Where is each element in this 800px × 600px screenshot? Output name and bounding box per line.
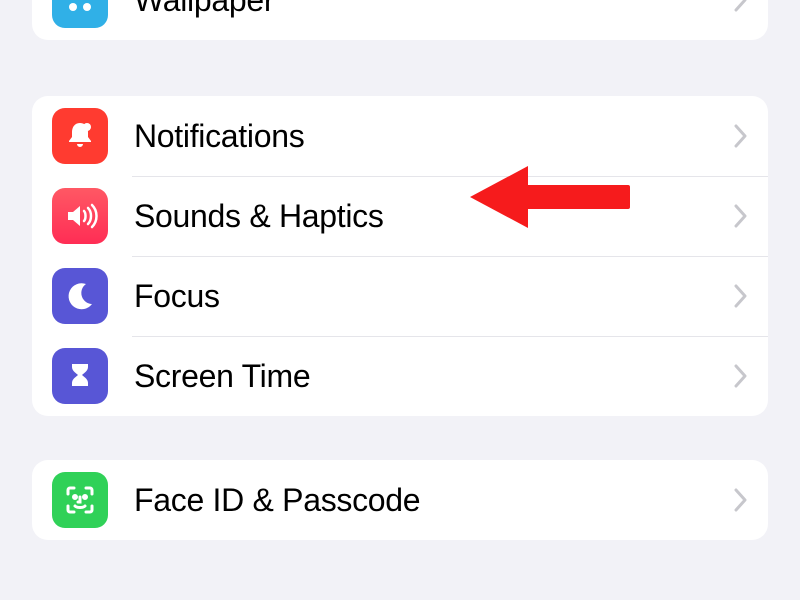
- settings-row-screen-time[interactable]: Screen Time: [32, 336, 768, 416]
- chevron-right-icon: [734, 284, 748, 308]
- faceid-icon: [52, 472, 108, 528]
- hourglass-icon: [52, 348, 108, 404]
- settings-row-label: Focus: [134, 278, 734, 315]
- settings-row-label: Face ID & Passcode: [134, 482, 734, 519]
- settings-row-faceid-passcode[interactable]: Face ID & Passcode: [32, 460, 768, 540]
- settings-row-label: Wallpaper: [134, 0, 734, 19]
- settings-row-focus[interactable]: Focus: [32, 256, 768, 336]
- settings-group-attention: Notifications Sounds & Haptics Focus Scr…: [32, 96, 768, 416]
- settings-group-display: Wallpaper: [32, 0, 768, 40]
- chevron-right-icon: [734, 0, 748, 12]
- chevron-right-icon: [734, 488, 748, 512]
- settings-row-label: Sounds & Haptics: [134, 198, 734, 235]
- settings-row-notifications[interactable]: Notifications: [32, 96, 768, 176]
- moon-icon: [52, 268, 108, 324]
- settings-row-label: Notifications: [134, 118, 734, 155]
- speaker-icon: [52, 188, 108, 244]
- settings-group-security: Face ID & Passcode: [32, 460, 768, 540]
- settings-row-wallpaper[interactable]: Wallpaper: [32, 0, 768, 40]
- settings-row-label: Screen Time: [134, 358, 734, 395]
- chevron-right-icon: [734, 364, 748, 388]
- wallpaper-icon: [52, 0, 108, 28]
- chevron-right-icon: [734, 204, 748, 228]
- settings-row-sounds-haptics[interactable]: Sounds & Haptics: [32, 176, 768, 256]
- bell-icon: [52, 108, 108, 164]
- chevron-right-icon: [734, 124, 748, 148]
